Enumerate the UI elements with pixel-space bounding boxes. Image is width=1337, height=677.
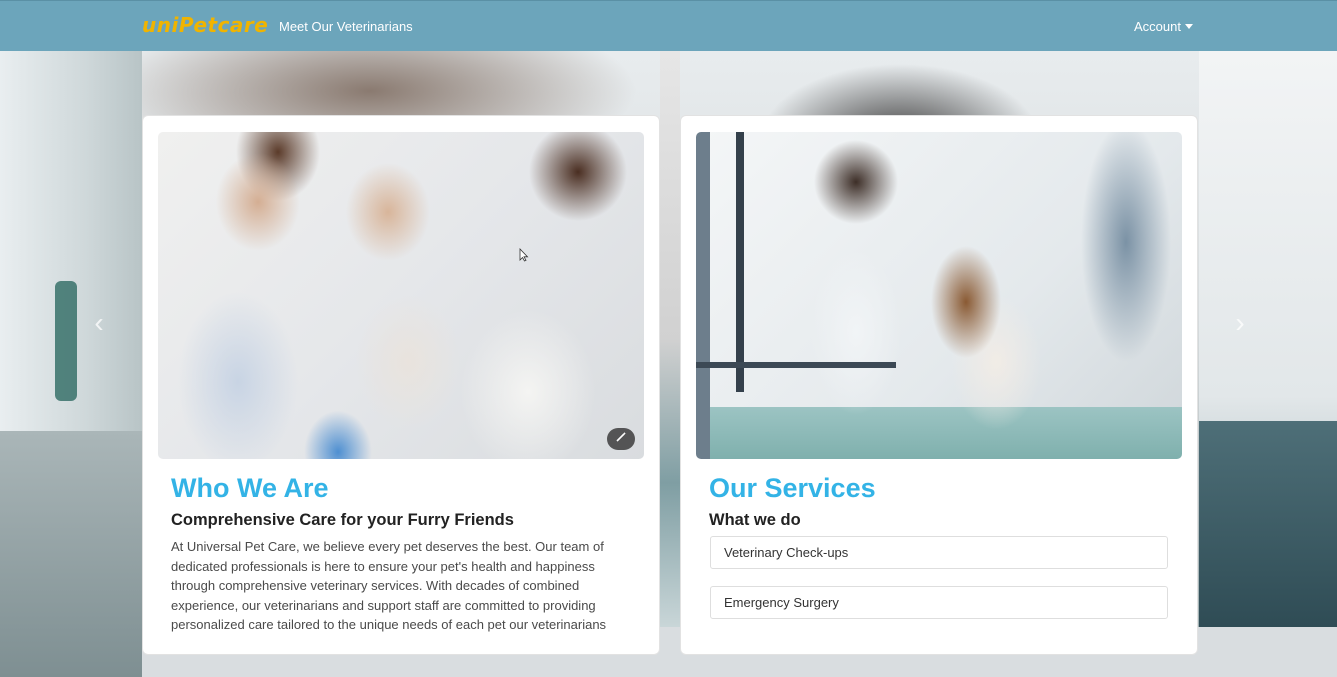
account-label: Account xyxy=(1134,19,1181,34)
carousel-next-button[interactable]: › xyxy=(1233,309,1247,337)
background-left-panel xyxy=(0,51,142,677)
about-card: Who We Are Comprehensive Care for your F… xyxy=(142,115,660,655)
about-subtitle: Comprehensive Care for your Furry Friend… xyxy=(171,511,514,529)
about-text: At Universal Pet Care, we believe every … xyxy=(171,539,607,633)
background-right-panel xyxy=(1199,51,1337,627)
carousel-prev-button[interactable]: ‹ xyxy=(92,309,106,337)
service-item-surgery[interactable]: Emergency Surgery xyxy=(710,586,1168,619)
caret-down-icon xyxy=(1184,24,1193,29)
vet-with-cat-image xyxy=(158,132,644,459)
navbar: uniPetcare Meet Our Veterinarians Accoun… xyxy=(0,0,1337,51)
nav-link-veterinarians[interactable]: Meet Our Veterinarians xyxy=(279,19,413,34)
brand-logo[interactable]: uniPetcare xyxy=(142,13,268,37)
services-title: Our Services xyxy=(709,473,876,503)
account-dropdown[interactable]: Account xyxy=(1134,19,1193,34)
background-center-strip xyxy=(660,51,680,627)
mouse-cursor-icon xyxy=(519,248,529,262)
magic-wand-icon[interactable] xyxy=(607,428,635,450)
vet-with-dog-image xyxy=(696,132,1182,459)
services-card: Our Services What we do Veterinary Check… xyxy=(680,115,1198,655)
about-title: Who We Are xyxy=(171,473,329,503)
services-subtitle: What we do xyxy=(709,511,801,529)
service-item-checkups[interactable]: Veterinary Check-ups xyxy=(710,536,1168,569)
